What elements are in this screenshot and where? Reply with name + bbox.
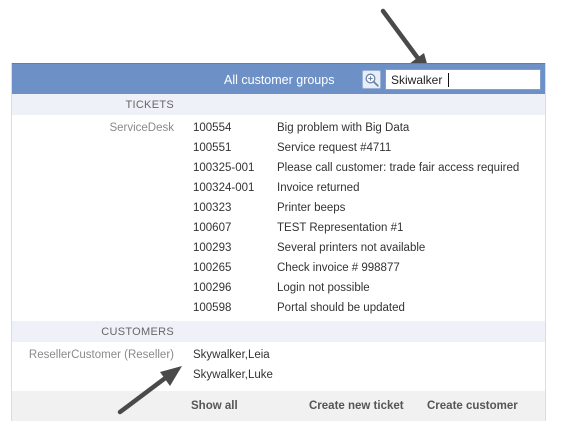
customers-heading: CUSTOMERS <box>101 326 174 338</box>
ticket-row[interactable]: 100325-001 Please call customer: trade fa… <box>12 159 545 179</box>
ticket-id: 100551 <box>193 142 232 154</box>
ticket-row[interactable]: 100324-001 Invoice returned <box>12 179 545 199</box>
zoom-in-magnifier-icon[interactable] <box>362 70 381 89</box>
ticket-row[interactable]: 100293 Several printers not available <box>12 239 545 259</box>
search-results-panel: All customer groups TICKETS ServiceDesk … <box>11 63 546 421</box>
results-footer: Show all Create new ticket Create custom… <box>12 391 545 421</box>
ticket-row[interactable]: 100265 Check invoice # 998877 <box>12 259 545 279</box>
ticket-title: Printer beeps <box>277 202 346 214</box>
ticket-title: Service request #4711 <box>277 142 392 154</box>
customer-item[interactable]: Skywalker,Luke <box>193 369 273 381</box>
ticket-title: Several printers not available <box>277 242 426 254</box>
ticket-id: 100554 <box>193 122 232 134</box>
ticket-id: 100598 <box>193 302 232 314</box>
tickets-section-header: TICKETS <box>12 94 545 115</box>
ticket-id: 100607 <box>193 222 232 234</box>
ticket-title: Invoice returned <box>277 182 360 194</box>
tickets-heading: TICKETS <box>125 99 174 111</box>
ticket-row[interactable]: 100554 Big problem with Big Data <box>12 119 545 139</box>
show-all-link[interactable]: Show all <box>191 400 238 412</box>
ticket-id: 100265 <box>193 262 232 274</box>
annotation-arrow-customers <box>117 366 182 415</box>
ticket-row[interactable]: 100551 Service request #4711 <box>12 139 545 159</box>
ticket-id: 100293 <box>193 242 232 254</box>
create-customer-link[interactable]: Create customer <box>427 400 518 412</box>
ticket-row[interactable]: 100598 Portal should be updated <box>12 299 545 319</box>
search-input[interactable] <box>385 69 541 90</box>
customers-section-header: CUSTOMERS <box>12 321 545 342</box>
ticket-id: 100296 <box>193 282 232 294</box>
text-cursor <box>448 73 449 87</box>
customer-group-scope-label[interactable]: All customer groups <box>224 73 334 87</box>
ticket-id: 100323 <box>193 202 232 214</box>
ticket-row[interactable]: 100607 TEST Representation #1 <box>12 219 545 239</box>
ticket-title: Portal should be updated <box>277 302 405 314</box>
ticket-title: Login not possible <box>277 282 370 294</box>
create-new-ticket-link[interactable]: Create new ticket <box>309 400 404 412</box>
ticket-row[interactable]: 100323 Printer beeps <box>12 199 545 219</box>
ticket-title: TEST Representation #1 <box>277 222 404 234</box>
ticket-id: 100325-001 <box>193 162 255 174</box>
ticket-title: Check invoice # 998877 <box>277 262 400 274</box>
customer-item[interactable]: Skywalker,Leia <box>193 349 270 361</box>
ticket-title: Please call customer: trade fair access … <box>277 162 520 174</box>
ticket-id: 100324-001 <box>193 182 255 194</box>
search-header: All customer groups <box>12 63 545 94</box>
ticket-row[interactable]: 100296 Login not possible <box>12 279 545 299</box>
ticket-title: Big problem with Big Data <box>277 122 410 134</box>
